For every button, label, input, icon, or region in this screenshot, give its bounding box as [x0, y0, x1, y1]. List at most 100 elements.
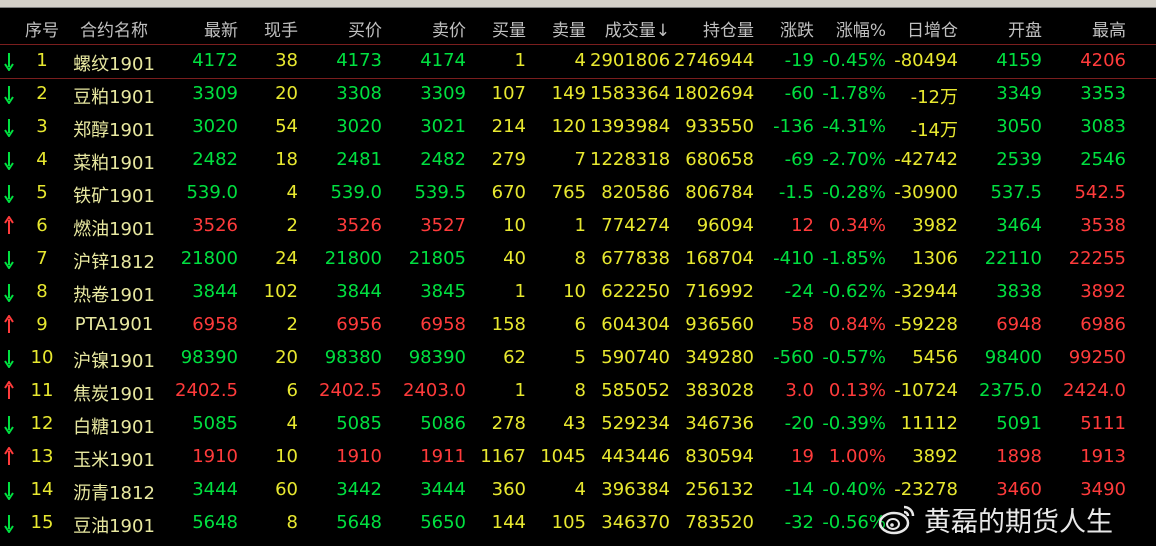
cell-chg-pct: -0.56%	[822, 512, 886, 533]
cell-bid: 3526	[336, 215, 382, 236]
cell-vol-now: 10	[275, 446, 298, 467]
cell-bid: 3308	[336, 83, 382, 104]
cell-volume: 1393984	[590, 116, 671, 137]
cell-idx: 9	[36, 314, 48, 335]
cell-name: 螺纹1901	[73, 54, 155, 75]
cell-bid-qty: 40	[503, 248, 526, 269]
cell-bid: 98380	[324, 347, 382, 368]
cell-volume: 2901806	[590, 50, 671, 71]
cell-bid: 3844	[336, 281, 382, 302]
cell-idx: 10	[30, 347, 54, 368]
cell-open: 98400	[984, 347, 1042, 368]
table-row[interactable]: 3 郑醇1901 3020 54 3020 3021 214 120 1393984 933550…	[0, 111, 1156, 144]
cell-ask-qty: 8	[574, 248, 586, 269]
col-header-change[interactable]: 涨跌	[758, 16, 814, 41]
cell-last: 3526	[192, 215, 238, 236]
table-row[interactable]: 6 燃油1901 3526 2 3526 3527 10 1 774274 96094 12 0.34…	[0, 210, 1156, 243]
table-row[interactable]: 2 豆粕1901 3309 20 3308 3309 107 149 1583364 180269…	[0, 78, 1156, 111]
cell-open: 1898	[996, 446, 1042, 467]
cell-bid-qty: 62	[503, 347, 526, 368]
arrow-down-icon	[4, 482, 14, 500]
col-header-bid[interactable]: 买价	[302, 16, 382, 41]
cell-name: 铁矿1901	[73, 186, 155, 207]
cell-chg-pct: -0.62%	[822, 281, 886, 302]
cell-volume: 396384	[601, 479, 670, 500]
cell-idx: 6	[36, 215, 48, 236]
cell-vol-now: 2	[286, 314, 298, 335]
arrow-up-icon	[4, 447, 14, 465]
col-header-open-interest[interactable]: 持仓量	[674, 16, 754, 41]
col-header-ask[interactable]: 卖价	[386, 16, 466, 41]
cell-chg: -32	[784, 512, 814, 533]
cell-bid-qty: 1	[514, 50, 526, 71]
arrow-down-icon	[4, 185, 14, 203]
cell-open: 2375.0	[979, 380, 1042, 401]
cell-bid-qty: 360	[491, 479, 526, 500]
cell-oi-chg: -30900	[894, 182, 958, 203]
table-row[interactable]: 7 沪锌1812 21800 24 21800 21805 40 8 677838 168704-…	[0, 243, 1156, 276]
cell-open: 4159	[996, 50, 1042, 71]
col-header-index[interactable]: 序号	[24, 16, 60, 41]
cell-chg: -20	[784, 413, 814, 434]
cell-oi: 936560	[685, 314, 754, 335]
cell-ask: 21805	[408, 248, 466, 269]
table-row[interactable]: 1 螺纹1901 4172 38 4173 4174 1 4 2901806 2746944 -19…	[0, 45, 1156, 79]
col-header-bid-qty[interactable]: 买量	[470, 16, 526, 41]
cell-volume: 529234	[601, 413, 670, 434]
cell-oi-chg: -42742	[894, 149, 958, 170]
col-header-oi-change[interactable]: 日增仓	[890, 16, 958, 41]
col-header-ask-qty[interactable]: 卖量	[530, 16, 586, 41]
cell-name: PTA1901	[74, 314, 154, 335]
cell-idx: 14	[30, 479, 54, 500]
cell-last: 2402.5	[175, 380, 238, 401]
table-row[interactable]: 12 白糖1901 5085 4 5085 5086 278 43 529234 346736 -2…	[0, 408, 1156, 441]
table-row[interactable]: 10 沪镍1901 98390 20 98380 98390 62 5 590740 349280…	[0, 342, 1156, 375]
col-header-contract[interactable]: 合约名称	[66, 16, 162, 41]
cell-name: 玉米1901	[73, 450, 155, 471]
col-header-last[interactable]: 最新	[166, 16, 238, 41]
table-row[interactable]: 9 PTA1901 6958 2 6956 6958 158 6 604304 936560 58 0…	[0, 309, 1156, 342]
cell-open: 3050	[996, 116, 1042, 137]
cell-ask: 6958	[420, 314, 466, 335]
cell-chg: 19	[791, 446, 814, 467]
cell-chg: -560	[773, 347, 814, 368]
table-row[interactable]: 5 铁矿1901 539.0 4 539.0 539.5 670 765 820586 80678…	[0, 177, 1156, 210]
col-header-volume[interactable]: 成交量↓	[590, 16, 670, 41]
cell-vol-now: 18	[275, 149, 298, 170]
cell-bid-qty: 1167	[480, 446, 526, 467]
col-header-volume-now[interactable]: 现手	[244, 16, 298, 41]
cell-oi-chg: 1306	[912, 248, 958, 269]
col-header-high[interactable]: 最高	[1046, 16, 1126, 41]
cell-volume: 443446	[601, 446, 670, 467]
cell-bid-qty: 107	[491, 83, 526, 104]
table-row[interactable]: 8 热卷1901 3844 102 3844 3845 1 10 622250 716992 -24…	[0, 276, 1156, 309]
cell-name: 白糖1901	[73, 417, 155, 438]
table-row[interactable]: 13 玉米1901 1910 10 1910 1911 1167 1045 443446 8305…	[0, 441, 1156, 474]
cell-bid: 21800	[324, 248, 382, 269]
cell-name: 沥青1812	[73, 483, 155, 504]
table-row[interactable]: 11 焦炭1901 2402.5 6 2402.5 2403.0 1 8 585052 38302…	[0, 375, 1156, 408]
cell-vol-now: 24	[275, 248, 298, 269]
cell-last: 3844	[192, 281, 238, 302]
arrow-down-icon	[4, 53, 14, 71]
col-header-open[interactable]: 开盘	[962, 16, 1042, 41]
table-row[interactable]: 4 菜粕1901 2482 18 2481 2482 279 7 1228318 680658 -6…	[0, 144, 1156, 177]
cell-bid: 1910	[336, 446, 382, 467]
cell-high: 3538	[1080, 215, 1126, 236]
cell-oi-chg: 5456	[912, 347, 958, 368]
cell-oi: 168704	[685, 248, 754, 269]
cell-chg-pct: -0.57%	[822, 347, 886, 368]
cell-ask-qty: 149	[551, 83, 586, 104]
col-header-change-pct[interactable]: 涨幅%	[818, 16, 886, 41]
cell-oi: 783520	[685, 512, 754, 533]
cell-vol-now: 8	[286, 512, 298, 533]
cell-oi: 2746944	[674, 50, 755, 71]
cell-oi: 680658	[685, 149, 754, 170]
cell-high: 1913	[1080, 446, 1126, 467]
cell-chg: -24	[784, 281, 814, 302]
cell-oi: 1802694	[674, 83, 755, 104]
cell-idx: 15	[30, 512, 54, 533]
cell-bid-qty: 144	[491, 512, 526, 533]
cell-ask: 4174	[420, 50, 466, 71]
cell-high: 6986	[1080, 314, 1126, 335]
